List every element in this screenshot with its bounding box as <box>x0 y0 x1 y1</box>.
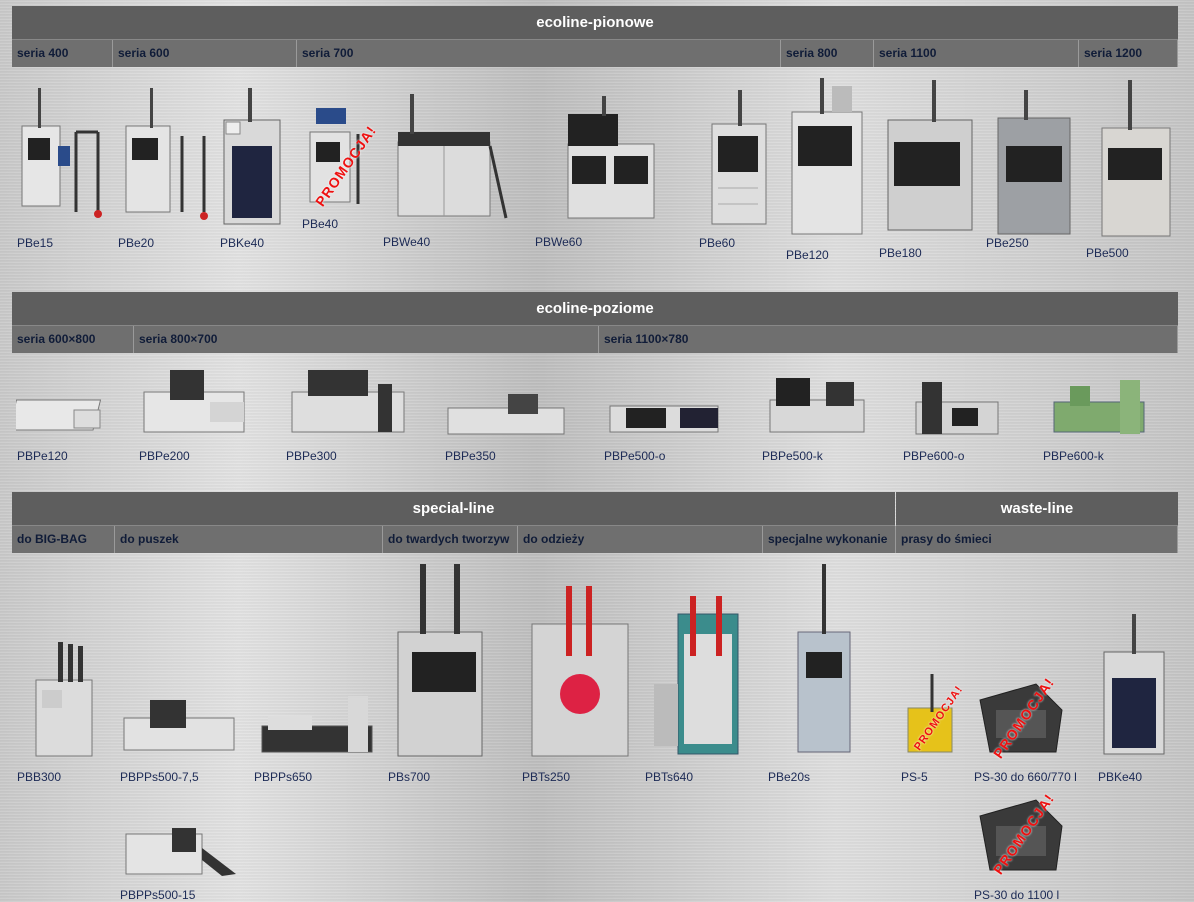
product-image-pbts250[interactable] <box>526 584 632 760</box>
product-image-pbpps500-7-5[interactable] <box>120 698 240 758</box>
series-tab-600[interactable]: seria 600 <box>113 40 297 67</box>
product-image-pbpe300[interactable] <box>288 364 408 438</box>
product-label-pbpe500-k[interactable]: PBPe500-k <box>762 449 823 463</box>
product-image-pbpe200[interactable] <box>140 366 250 438</box>
product-label-pbts640[interactable]: PBTs640 <box>645 770 693 784</box>
series-tab-1100[interactable]: seria 1100 <box>874 40 1079 67</box>
product-image-pbb300[interactable] <box>28 640 98 760</box>
section-title-pionowe[interactable]: ecoline-pionowe <box>12 6 1178 40</box>
product-image-pbe120[interactable] <box>786 76 866 238</box>
product-label-pbpps650[interactable]: PBPPs650 <box>254 770 312 784</box>
product-image-pbe180[interactable] <box>880 78 976 236</box>
product-label-pbb300[interactable]: PBB300 <box>17 770 61 784</box>
section-title-special[interactable]: special-line <box>12 492 895 526</box>
series-tab-1100x780[interactable]: seria 1100×780 <box>599 326 1178 353</box>
product-image-pbke40-waste[interactable] <box>1100 612 1168 758</box>
product-image-pbe20[interactable] <box>118 86 210 222</box>
series-tab-600x800[interactable]: seria 600×800 <box>12 326 134 353</box>
product-label-pbe500[interactable]: PBe500 <box>1086 246 1129 260</box>
product-image-pbke40[interactable] <box>220 86 286 230</box>
product-image-pbwe60[interactable] <box>562 94 660 224</box>
product-image-pbe15[interactable] <box>18 86 106 222</box>
series-tab-smieci[interactable]: prasy do śmieci <box>896 526 1178 553</box>
product-label-ps-30-1100[interactable]: PS-30 do 1100 l <box>974 888 1059 902</box>
product-image-pbpe500-o[interactable] <box>606 396 722 436</box>
product-label-pbe180[interactable]: PBe180 <box>879 246 922 260</box>
product-image-ps-5[interactable] <box>902 672 960 758</box>
product-image-pbpps500-15[interactable] <box>122 824 240 878</box>
product-label-pbe40[interactable]: PBe40 <box>302 217 338 231</box>
product-image-pbpe350[interactable] <box>444 390 568 438</box>
section-title-waste[interactable]: waste-line <box>896 492 1178 526</box>
product-label-pbwe60[interactable]: PBWe60 <box>535 235 582 249</box>
product-label-ps-5[interactable]: PS-5 <box>901 770 928 784</box>
series-tab-odziezy[interactable]: do odzieży <box>518 526 763 553</box>
series-tab-800x700[interactable]: seria 800×700 <box>134 326 599 353</box>
product-label-pbe15[interactable]: PBe15 <box>17 236 53 250</box>
series-tab-twardych-tworzyw[interactable]: do twardych tworzyw <box>383 526 518 553</box>
series-tab-specjalne[interactable]: specjalne wykonanie <box>763 526 896 553</box>
series-tab-800[interactable]: seria 800 <box>781 40 874 67</box>
product-label-pbke40[interactable]: PBKe40 <box>220 236 264 250</box>
product-label-pbpe120[interactable]: PBPe120 <box>17 449 68 463</box>
product-label-pbe120[interactable]: PBe120 <box>786 248 829 262</box>
product-image-pbe20s[interactable] <box>792 562 856 758</box>
product-image-pbpe500-k[interactable] <box>766 374 868 436</box>
product-image-pbpe120[interactable] <box>16 386 108 438</box>
series-tab-puszek[interactable]: do puszek <box>115 526 383 553</box>
product-label-pbs700[interactable]: PBs700 <box>388 770 430 784</box>
series-tab-700[interactable]: seria 700 <box>297 40 781 67</box>
product-label-pbpe600-k[interactable]: PBPe600-k <box>1043 449 1104 463</box>
section-title-poziome[interactable]: ecoline-poziome <box>12 292 1178 326</box>
product-image-pbe60[interactable] <box>704 88 770 228</box>
product-label-ps-30-660[interactable]: PS-30 do 660/770 l <box>974 770 1077 784</box>
product-label-pbe20s[interactable]: PBe20s <box>768 770 810 784</box>
product-image-pbs700[interactable] <box>392 562 488 760</box>
product-image-pbts640[interactable] <box>650 594 750 760</box>
product-label-pbe250[interactable]: PBe250 <box>986 236 1029 250</box>
product-image-pbpe600-k[interactable] <box>1050 376 1148 438</box>
product-label-pbpps500-7-5[interactable]: PBPPs500-7,5 <box>120 770 199 784</box>
product-label-pbke40-waste[interactable]: PBKe40 <box>1098 770 1142 784</box>
product-image-pbe500[interactable] <box>1098 78 1174 240</box>
product-label-pbpe500-o[interactable]: PBPe500-o <box>604 449 665 463</box>
product-label-pbpps500-15[interactable]: PBPPs500-15 <box>120 888 195 902</box>
series-tab-400[interactable]: seria 400 <box>12 40 113 67</box>
product-label-pbts250[interactable]: PBTs250 <box>522 770 570 784</box>
product-label-pbpe200[interactable]: PBPe200 <box>139 449 190 463</box>
product-image-pbwe40[interactable] <box>394 92 512 222</box>
product-label-pbpe300[interactable]: PBPe300 <box>286 449 337 463</box>
product-image-pbpps650[interactable] <box>258 692 376 758</box>
product-image-pbe250[interactable] <box>994 88 1074 238</box>
product-label-pbpe350[interactable]: PBPe350 <box>445 449 496 463</box>
series-tab-1200[interactable]: seria 1200 <box>1079 40 1178 67</box>
product-label-pbe20[interactable]: PBe20 <box>118 236 154 250</box>
product-label-pbe60[interactable]: PBe60 <box>699 236 735 250</box>
product-label-pbpe600-o[interactable]: PBPe600-o <box>903 449 964 463</box>
product-label-pbwe40[interactable]: PBWe40 <box>383 235 430 249</box>
product-image-pbpe600-o[interactable] <box>912 378 1002 438</box>
series-tab-big-bag[interactable]: do BIG-BAG <box>12 526 115 553</box>
